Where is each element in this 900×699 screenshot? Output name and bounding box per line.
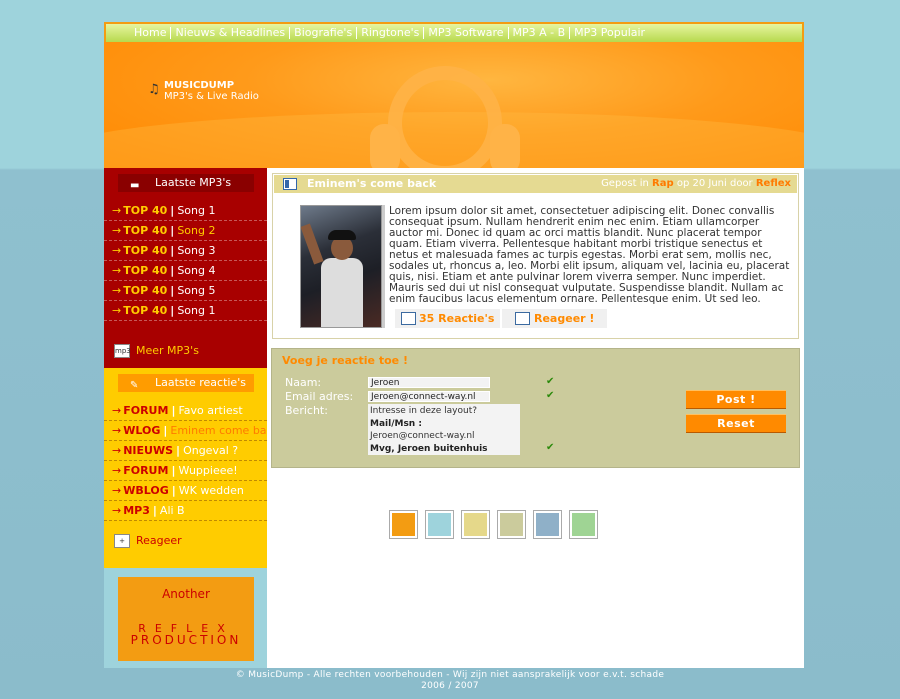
list-item[interactable]: → TOP 40 | Song 2 xyxy=(104,221,267,241)
list-item[interactable]: → NIEUWS | Ongeval ? xyxy=(104,441,267,461)
email-label: Email adres: xyxy=(285,390,354,403)
post-header: Eminem's come back Gepost in Rap op 20 J… xyxy=(274,175,797,193)
post-author-link[interactable]: Reflex xyxy=(756,178,791,189)
list-item[interactable]: → TOP 40 | Song 5 xyxy=(104,281,267,301)
message-field[interactable]: Intresse in deze layout? Mail/Msn : Jero… xyxy=(368,404,520,455)
footer-years: 2006 / 2007 xyxy=(421,681,479,691)
sidebar: ▬ Laatste MP3's → TOP 40 | Song 1 → TOP 40 | S… xyxy=(104,168,279,668)
color-swatches xyxy=(389,510,598,544)
window-icon xyxy=(283,178,297,190)
post-photo xyxy=(300,205,382,328)
arrow-icon: → xyxy=(112,444,122,457)
arrow-icon: → xyxy=(112,464,122,477)
latest-reactions-list: → FORUM | Favo artiest → WLOG | Eminem come ba… xyxy=(104,401,279,521)
arrow-icon: → xyxy=(112,264,122,277)
name-check-icon: ✔ xyxy=(546,376,555,387)
page-frame: Home Nieuws & Headlines Biografie's Ring… xyxy=(104,22,804,668)
nav-mp3-popular[interactable]: MP3 Populair xyxy=(570,27,649,39)
list-item[interactable]: → FORUM | Favo artiest xyxy=(104,401,267,421)
swatch-khaki[interactable] xyxy=(497,510,526,539)
swatch-light-blue[interactable] xyxy=(425,510,454,539)
promo-line-1: Another xyxy=(162,587,210,601)
list-item[interactable]: → TOP 40 | Song 1 xyxy=(104,201,267,221)
header-banner: ♫ MUSICDUMP MP3's & Live Radio xyxy=(104,42,804,168)
post-body: Lorem ipsum dolor sit amet, consectetuer… xyxy=(389,205,790,305)
logo-title: MUSICDUMP xyxy=(164,80,235,91)
reply-link[interactable]: + Reageer xyxy=(114,534,182,548)
reset-button[interactable]: Reset xyxy=(686,414,786,433)
list-item[interactable]: → MP3 | Ali B xyxy=(104,501,267,521)
nav-mp3-software[interactable]: MP3 Software xyxy=(424,27,509,39)
post-category-link[interactable]: Rap xyxy=(652,178,674,189)
list-item[interactable]: → TOP 40 | Song 3 xyxy=(104,241,267,261)
add-comment-icon xyxy=(515,312,530,325)
reply-button[interactable]: Reageer ! xyxy=(502,309,607,328)
nav-news[interactable]: Nieuws & Headlines xyxy=(171,27,291,39)
headphones-icon xyxy=(370,66,520,168)
list-item[interactable]: → TOP 40 | Song 1 xyxy=(104,301,267,321)
photo-divider xyxy=(382,205,385,328)
email-field[interactable]: Jeroen@connect-way.nl xyxy=(368,391,490,402)
blog-post: Eminem's come back Gepost in Rap op 20 J… xyxy=(272,173,799,339)
latest-mp3-panel: ▬ Laatste MP3's → TOP 40 | Song 1 → TOP 40 | S… xyxy=(104,168,267,368)
promo-box[interactable]: Another REFLEX PRODUCTION xyxy=(118,577,254,661)
message-check-icon: ✔ xyxy=(546,442,555,453)
name-field[interactable]: Jeroen xyxy=(368,377,490,388)
email-check-icon: ✔ xyxy=(546,390,555,401)
list-item[interactable]: → WBLOG | WK wedden xyxy=(104,481,267,501)
arrow-icon: → xyxy=(112,304,122,317)
reactions-button[interactable]: 35 Reactie's xyxy=(395,309,500,328)
message-label: Bericht: xyxy=(285,404,328,417)
swatch-orange[interactable] xyxy=(389,510,418,539)
post-button[interactable]: Post ! xyxy=(686,390,786,409)
swatch-sand[interactable] xyxy=(461,510,490,539)
mp3-icon: mp3 xyxy=(114,344,131,358)
promo-line-3: PRODUCTION xyxy=(130,633,242,647)
folder-icon: ▬ xyxy=(130,180,140,191)
comments-icon xyxy=(401,312,416,325)
arrow-icon: → xyxy=(112,204,122,217)
arrow-icon: → xyxy=(112,284,122,297)
arrow-icon: → xyxy=(112,484,122,497)
top-navigation: Home Nieuws & Headlines Biografie's Ring… xyxy=(104,22,804,42)
arrow-icon: → xyxy=(112,504,122,517)
swatch-steel-blue[interactable] xyxy=(533,510,562,539)
comment-form: Voeg je reactie toe ! Naam: Jeroen ✔ Ema… xyxy=(271,348,800,468)
nav-mp3-a-b[interactable]: MP3 A - B xyxy=(509,27,571,39)
latest-reactions-panel: ✎ Laatste reactie's → FORUM | Favo artiest … xyxy=(104,368,279,568)
list-item[interactable]: → WLOG | Eminem come back xyxy=(104,421,279,441)
form-title: Voeg je reactie toe ! xyxy=(282,354,408,367)
latest-reactions-heading: ✎ Laatste reactie's xyxy=(118,374,254,392)
main-content: Eminem's come back Gepost in Rap op 20 J… xyxy=(267,168,804,668)
music-note-icon: ♫ xyxy=(148,82,160,97)
arrow-icon: → xyxy=(112,224,122,237)
more-mp3-link[interactable]: mp3 Meer MP3's xyxy=(114,344,199,358)
latest-mp3-heading: ▬ Laatste MP3's xyxy=(118,174,254,192)
arrow-icon: → xyxy=(112,424,122,437)
name-label: Naam: xyxy=(285,376,322,389)
list-item[interactable]: → FORUM | Wuppieee! xyxy=(104,461,267,481)
arrow-icon: → xyxy=(112,244,122,257)
nav-biographies[interactable]: Biografie's xyxy=(290,27,358,39)
swatch-green[interactable] xyxy=(569,510,598,539)
arrow-icon: → xyxy=(112,404,122,417)
edit-icon: ✎ xyxy=(130,380,139,391)
logo-subtitle: MP3's & Live Radio xyxy=(164,91,259,102)
list-item[interactable]: → TOP 40 | Song 4 xyxy=(104,261,267,281)
nav-ringtones[interactable]: Ringtone's xyxy=(357,27,425,39)
footer-copyright: © MusicDump - Alle rechten voorbehouden … xyxy=(235,670,665,680)
reply-icon: + xyxy=(114,534,130,548)
footer: © MusicDump - Alle rechten voorbehouden … xyxy=(0,670,900,692)
latest-mp3-list: → TOP 40 | Song 1 → TOP 40 | Song 2 → TOP 40 | So… xyxy=(104,201,267,321)
post-title: Eminem's come back xyxy=(307,177,437,190)
post-meta: Gepost in Rap op 20 Juni door Reflex xyxy=(601,178,791,189)
nav-home[interactable]: Home xyxy=(130,27,172,39)
